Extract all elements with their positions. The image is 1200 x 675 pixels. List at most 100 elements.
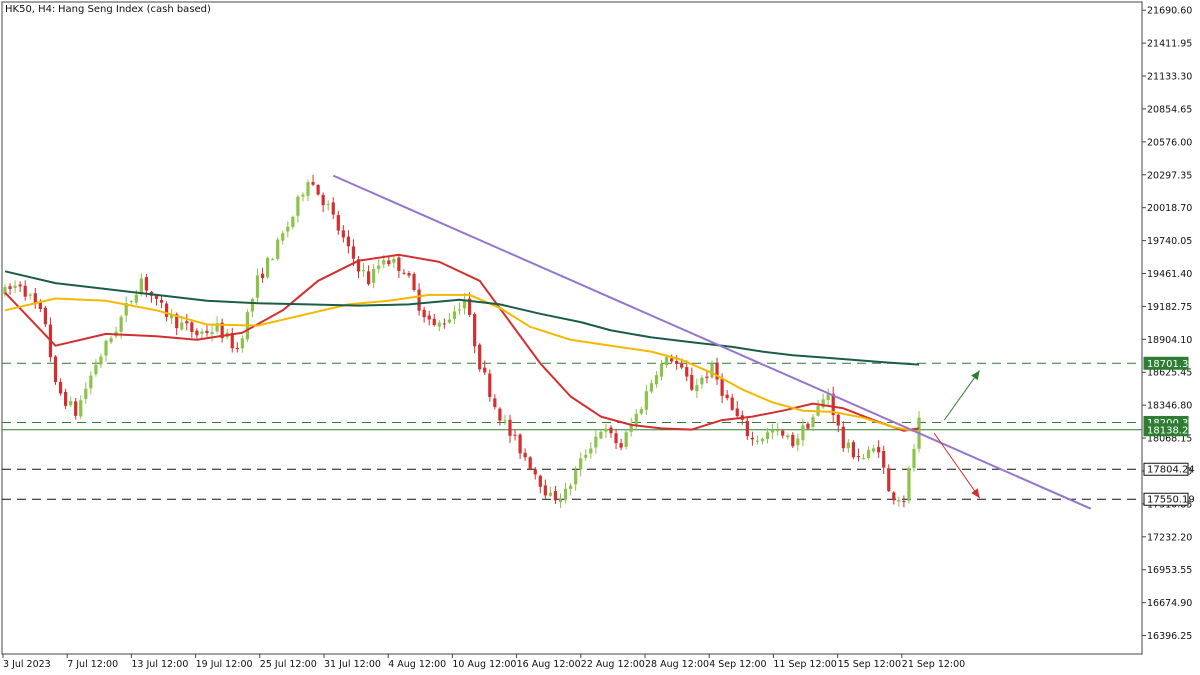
candle-down: [316, 185, 320, 195]
candle-down: [614, 433, 618, 444]
candle-up: [654, 375, 659, 385]
price-chart[interactable]: 21690.60 21411.95 21133.30 20854.65 20576.00…: [0, 0, 1200, 675]
candle-up: [755, 440, 760, 442]
candle-down: [538, 475, 542, 487]
price-tick-label: 18904.10: [1147, 335, 1192, 346]
candle-up: [579, 458, 583, 470]
candle-down: [190, 322, 194, 332]
candle-up: [286, 226, 290, 232]
candle-down: [205, 330, 209, 334]
candle-down: [553, 491, 558, 501]
candle-up: [276, 239, 280, 259]
candle-down: [725, 394, 729, 399]
candle-down: [417, 289, 421, 311]
candle-up: [79, 400, 83, 417]
candle-down: [64, 391, 68, 406]
price-tick-label: 17232.20: [1147, 532, 1192, 543]
candle-down: [730, 397, 734, 410]
candle-up: [771, 430, 775, 433]
candle-down: [705, 376, 709, 378]
time-tick-label: 11 Sep 12:00: [773, 659, 836, 670]
candle-down: [685, 367, 689, 377]
candle-up: [240, 338, 244, 349]
candle-up: [28, 294, 32, 296]
time-tick-label: 7 Jul 12:00: [67, 659, 118, 670]
price-tick-label: 20018.70: [1147, 203, 1192, 214]
level-price-label: 18701.33: [1147, 359, 1195, 370]
candle-up: [94, 364, 98, 375]
candle-up: [109, 338, 113, 343]
price-tick-label: 21411.95: [1147, 39, 1192, 50]
time-tick-label: 19 Jul 12:00: [196, 659, 253, 670]
candle-down: [528, 457, 532, 469]
candle-down: [493, 398, 497, 408]
candle-up: [119, 316, 123, 332]
candle-up: [599, 431, 603, 439]
time-tick-label: 4 Sep 12:00: [709, 659, 766, 670]
candle-up: [710, 363, 714, 378]
candle-up: [563, 488, 568, 501]
candle-up: [760, 438, 765, 442]
candle-down: [341, 230, 345, 238]
candle-up: [574, 470, 578, 485]
time-tick-label: 22 Aug 12:00: [581, 659, 645, 670]
time-tick-label: 25 Jul 12:00: [260, 659, 317, 670]
price-tick-label: 21133.30: [1147, 72, 1192, 83]
candle-down: [523, 452, 527, 458]
candle-up: [255, 275, 260, 298]
candle-down: [23, 285, 27, 297]
candle-up: [13, 285, 17, 289]
candle-up: [291, 216, 295, 228]
candle-up: [700, 377, 704, 385]
candle-down: [144, 277, 148, 291]
candle-down: [235, 348, 239, 350]
candle-down: [543, 485, 547, 496]
candle-down: [791, 434, 795, 447]
candle-up: [301, 194, 305, 197]
time-tick-label: 4 Aug 12:00: [388, 659, 446, 670]
candle-up: [649, 383, 653, 392]
candle-down: [74, 401, 78, 416]
candle-down: [402, 272, 406, 274]
candle-up: [377, 265, 381, 269]
candle-up: [69, 401, 73, 406]
level-price-label: 17550.19: [1147, 495, 1195, 506]
candle-down: [8, 286, 12, 289]
candle-up: [866, 449, 871, 459]
candle-up: [392, 258, 396, 263]
candle-up: [326, 204, 330, 206]
candle-up: [200, 331, 204, 334]
candle-down: [498, 408, 502, 421]
candle-down: [412, 273, 416, 290]
candle-up: [180, 322, 184, 330]
candle-up: [659, 363, 664, 377]
price-tick-label: 20854.65: [1147, 104, 1192, 115]
candle-up: [897, 500, 901, 502]
candle-down: [735, 408, 739, 417]
candle-down: [488, 373, 492, 398]
candle-up: [558, 499, 563, 502]
candle-up: [826, 394, 830, 401]
level-price-label: 17804.24: [1147, 465, 1195, 476]
candle-down: [53, 356, 58, 383]
candle-down: [533, 469, 537, 475]
candle-down: [331, 202, 335, 215]
price-tick-label: 16953.55: [1147, 565, 1192, 576]
time-tick-label: 10 Aug 12:00: [452, 659, 516, 670]
candle-up: [786, 435, 790, 438]
candle-down: [165, 303, 169, 317]
candle-up: [912, 448, 916, 469]
candle-up: [584, 454, 588, 458]
candle-down: [513, 434, 517, 436]
candle-up: [569, 485, 573, 489]
candle-down: [902, 501, 906, 503]
candle-down: [841, 426, 845, 449]
instrument-description: Hang Seng Index (cash based): [58, 4, 211, 15]
level-price-label: 18138.20: [1147, 425, 1195, 436]
candle-down: [806, 423, 810, 429]
candle-down: [432, 318, 436, 325]
candle-up: [306, 182, 310, 196]
time-tick-label: 16 Aug 12:00: [517, 659, 581, 670]
candle-up: [639, 409, 643, 414]
candle-down: [351, 246, 356, 259]
